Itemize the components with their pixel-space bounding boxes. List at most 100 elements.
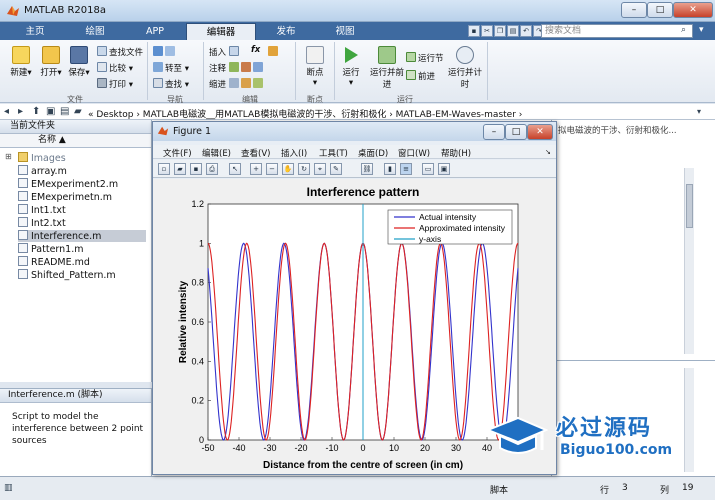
figure-close-button[interactable]: ✕ bbox=[527, 124, 553, 140]
menu-edit[interactable]: 编辑(E) bbox=[202, 147, 231, 159]
folder-icon: ▰ bbox=[74, 106, 82, 117]
colorbar-icon[interactable]: ▮ bbox=[384, 163, 396, 175]
menu-file[interactable]: 文件(F) bbox=[163, 147, 192, 159]
data-cursor-icon[interactable]: ⌖ bbox=[314, 163, 326, 175]
save-icon bbox=[70, 46, 88, 64]
x-tick-label: 10 bbox=[389, 443, 399, 453]
rotate-icon[interactable]: ↻ bbox=[298, 163, 310, 175]
maximize-button[interactable]: □ bbox=[647, 2, 673, 18]
tab-apps[interactable]: APP bbox=[126, 23, 184, 40]
copy-icon[interactable]: ❐ bbox=[494, 25, 506, 37]
minimize-button[interactable]: – bbox=[621, 2, 647, 18]
legend-icon[interactable]: ≡ bbox=[400, 163, 412, 175]
new-button[interactable]: 新建▾ bbox=[6, 46, 36, 78]
forward-icon[interactable]: ▸ bbox=[18, 106, 23, 117]
figure-maximize-button[interactable]: □ bbox=[505, 124, 527, 140]
indent-button[interactable]: 缩进 bbox=[209, 78, 265, 90]
open-file-icon[interactable]: ▰ bbox=[174, 163, 186, 175]
back-icon[interactable]: ◂ bbox=[4, 106, 9, 117]
undo-icon[interactable]: ↶ bbox=[520, 25, 532, 37]
print-button[interactable]: 打印 ▾ bbox=[97, 78, 133, 90]
tab-editor[interactable]: 编辑器 bbox=[186, 23, 256, 40]
close-button[interactable]: ✕ bbox=[673, 2, 713, 18]
chart-title: Interference pattern bbox=[307, 185, 420, 199]
list-item[interactable]: Int1.txt bbox=[18, 204, 66, 216]
divider bbox=[552, 360, 715, 361]
row-label: 行 bbox=[600, 486, 610, 496]
save-icon[interactable]: ▪ bbox=[468, 25, 480, 37]
link-plot-icon[interactable]: ⛓ bbox=[361, 163, 373, 175]
edit-tools-icon[interactable] bbox=[268, 46, 280, 58]
figure-minimize-button[interactable]: – bbox=[483, 124, 505, 140]
list-item[interactable]: array.m bbox=[18, 165, 67, 177]
cut-icon[interactable]: ✂ bbox=[481, 25, 493, 37]
hide-plot-tools-icon[interactable]: ▭ bbox=[422, 163, 434, 175]
expand-icon[interactable]: ⊞ bbox=[5, 152, 12, 161]
paste-icon[interactable]: ▤ bbox=[507, 25, 519, 37]
dock-icon[interactable]: ↘ bbox=[545, 148, 551, 156]
folder-icon bbox=[18, 152, 28, 162]
list-item[interactable]: EMexperimetn.m bbox=[18, 191, 112, 203]
breakpoints-button[interactable]: 断点 ▾ bbox=[300, 46, 330, 88]
list-item[interactable]: Pattern1.m bbox=[18, 243, 84, 255]
list-item[interactable]: EMexperiment2.m bbox=[18, 178, 118, 190]
tab-publish[interactable]: 发布 bbox=[258, 23, 314, 40]
tab-view[interactable]: 视图 bbox=[316, 23, 374, 40]
search-input[interactable]: 搜索文档 bbox=[541, 24, 693, 38]
browse-icon[interactable]: ▣ bbox=[46, 106, 55, 117]
run-and-time-button[interactable]: 运行并计时 bbox=[448, 46, 482, 90]
insert-button[interactable]: 插入 bbox=[209, 46, 241, 58]
menu-help[interactable]: 帮助(H) bbox=[441, 147, 471, 159]
find-files-button[interactable]: 查找文件 bbox=[97, 46, 143, 58]
run-section-icon bbox=[406, 52, 416, 62]
menu-insert[interactable]: 插入(I) bbox=[281, 147, 307, 159]
fx-button[interactable]: fx bbox=[251, 45, 260, 55]
current-path[interactable]: « Desktop › MATLAB电磁波__用MATLAB模拟电磁波的干涉、衍… bbox=[88, 107, 522, 120]
comment-button[interactable]: 注释 bbox=[209, 62, 265, 74]
y-tick-label: 1.2 bbox=[191, 199, 204, 209]
run-advance-button[interactable]: 运行并前进 bbox=[370, 46, 404, 90]
list-item[interactable]: Int2.txt bbox=[18, 217, 66, 229]
print-figure-icon[interactable]: ⎙ bbox=[206, 163, 218, 175]
menu-tools[interactable]: 工具(T) bbox=[319, 147, 348, 159]
menu-desktop[interactable]: 桌面(D) bbox=[358, 147, 388, 159]
find-files-icon bbox=[97, 46, 107, 56]
back-forward-buttons[interactable] bbox=[153, 46, 177, 58]
text-file-icon bbox=[18, 217, 28, 227]
advance-button[interactable]: 前进 bbox=[406, 70, 435, 82]
new-figure-icon[interactable]: ▫ bbox=[158, 163, 170, 175]
address-bar[interactable]: ◂ ▸ ⬆ ▣ ▤ ▰ « Desktop › MATLAB电磁波__用MATL… bbox=[0, 104, 715, 120]
pan-icon[interactable]: ✋ bbox=[282, 163, 294, 175]
list-item[interactable]: Images bbox=[18, 152, 66, 164]
save-figure-icon[interactable]: ▪ bbox=[190, 163, 202, 175]
zoom-out-icon[interactable]: − bbox=[266, 163, 278, 175]
folder-up-icon[interactable]: ⬆ bbox=[32, 106, 40, 117]
compare-button[interactable]: 比较 ▾ bbox=[97, 62, 133, 74]
edit-plot-icon[interactable]: ↖ bbox=[229, 163, 241, 175]
editor-scrollbar[interactable] bbox=[684, 168, 694, 354]
menu-window[interactable]: 窗口(W) bbox=[398, 147, 430, 159]
show-plot-tools-icon[interactable]: ▣ bbox=[438, 163, 450, 175]
list-item[interactable]: README.md bbox=[18, 256, 90, 268]
address-dropdown-icon[interactable]: ▾ bbox=[697, 107, 701, 116]
zoom-in-icon[interactable]: + bbox=[250, 163, 262, 175]
history-icon[interactable]: ▤ bbox=[60, 106, 69, 117]
save-button[interactable]: 保存▾ bbox=[64, 46, 94, 78]
find-button[interactable]: 查找 ▾ bbox=[153, 78, 189, 90]
run-section-button[interactable]: 运行节 bbox=[406, 52, 444, 64]
goto-button[interactable]: 转至 ▾ bbox=[153, 62, 189, 74]
scrollbar-thumb[interactable] bbox=[686, 184, 693, 228]
menu-view[interactable]: 查看(V) bbox=[241, 147, 270, 159]
run-button[interactable]: 运行 ▾ bbox=[336, 46, 366, 88]
chart-legend[interactable]: Actual intensity Approximated intensity … bbox=[387, 209, 513, 245]
x-tick-label: -20 bbox=[294, 443, 307, 453]
tab-home[interactable]: 主页 bbox=[6, 23, 64, 40]
tab-plots[interactable]: 绘图 bbox=[66, 23, 124, 40]
brush-icon[interactable]: ✎ bbox=[330, 163, 342, 175]
open-button[interactable]: 打开▾ bbox=[36, 46, 66, 78]
search-icon[interactable]: ⌕ bbox=[681, 25, 686, 35]
name-column-header[interactable]: 名称 ▲ bbox=[0, 134, 151, 148]
list-item[interactable]: Shifted_Pattern.m bbox=[18, 269, 116, 281]
list-item-selected[interactable]: Interference.m bbox=[18, 230, 146, 242]
expand-arrow-icon[interactable]: ▾ bbox=[699, 25, 704, 35]
